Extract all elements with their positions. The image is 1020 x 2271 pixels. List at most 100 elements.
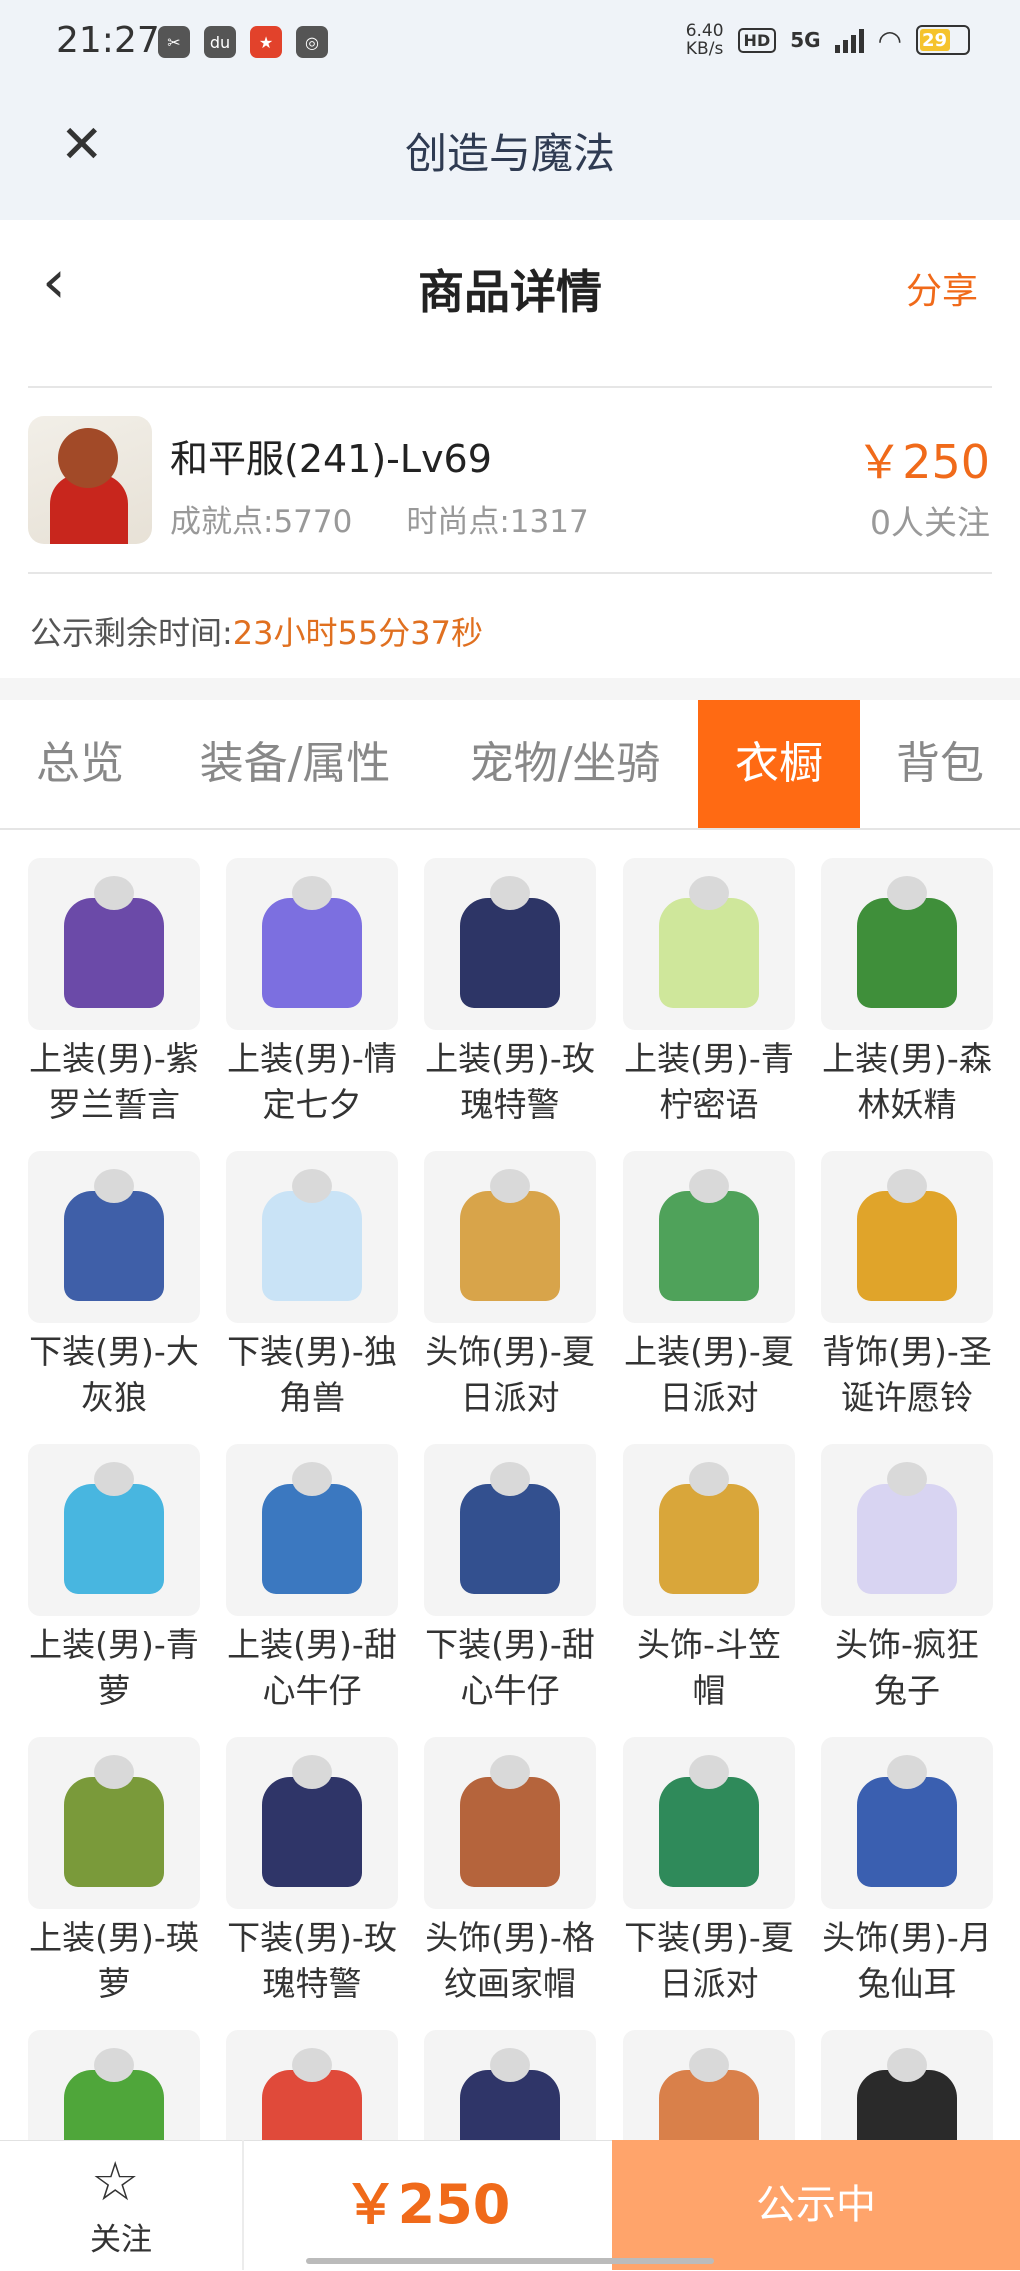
wardrobe-item[interactable]: 下装(男)-独 角兽 <box>226 1151 398 1421</box>
wardrobe-item[interactable]: 下装(男)-甜 心牛仔 <box>424 1444 596 1714</box>
wardrobe-item-label-line1: 头饰-斗笠 <box>637 1625 781 1664</box>
wardrobe-item[interactable]: 上装(男)-甜 心牛仔 <box>226 1444 398 1714</box>
garment-collar <box>94 1169 134 1203</box>
garment-shape <box>659 898 759 1008</box>
wardrobe-item-label-line2: 心牛仔 <box>460 1671 560 1710</box>
share-button[interactable]: 分享 <box>906 262 978 314</box>
party-hat-icon[interactable] <box>424 1151 596 1323</box>
wardrobe-item-label-line2: 纹画家帽 <box>444 1964 576 2003</box>
wardrobe-item[interactable]: 头饰(男)-夏 日派对 <box>424 1151 596 1421</box>
home-indicator[interactable] <box>306 2258 714 2264</box>
section-gap <box>0 678 1020 700</box>
follower-count: 0人关注 <box>870 503 990 542</box>
wardrobe-item-label-line2: 柠密语 <box>659 1085 759 1124</box>
garment-collar <box>887 2048 927 2082</box>
christmas-bell-icon[interactable] <box>821 1151 993 1323</box>
wardrobe-item[interactable]: 下装(男)-玫 瑰特警 <box>226 1737 398 2007</box>
wardrobe-item-label-line1: 头饰(男)-月 <box>822 1918 992 1957</box>
unicorn-shoes-icon[interactable] <box>226 1151 398 1323</box>
party-top-icon[interactable] <box>623 1151 795 1323</box>
tab-bar: 总览 装备/属性 宠物/坐骑 衣橱 背包 <box>0 700 1020 830</box>
garment-collar <box>887 1755 927 1789</box>
wardrobe-item[interactable]: 上装(男)-紫 罗兰誓言 <box>28 858 200 1128</box>
network-speed-value: 6.40 <box>685 21 724 41</box>
wardrobe-item[interactable]: 背饰(男)-圣 诞许愿铃 <box>821 1151 993 1421</box>
avatar-head <box>58 428 118 488</box>
wardrobe-item[interactable]: 上装(男)-青 柠密语 <box>623 858 795 1128</box>
garment-shape <box>857 1484 957 1594</box>
wolf-pants-icon[interactable] <box>28 1151 200 1323</box>
purple-jacket-icon[interactable] <box>28 858 200 1030</box>
tab-overview[interactable]: 总览 <box>0 700 160 828</box>
wardrobe-item-label-line1: 头饰-疯狂 <box>835 1625 979 1664</box>
denim-pants-icon[interactable] <box>424 1444 596 1616</box>
wardrobe-item-label: 下装(男)-甜 心牛仔 <box>410 1622 610 1714</box>
product-name: 和平服(241)-Lv69 <box>170 437 492 481</box>
wardrobe-item[interactable]: 下装(男)-大 灰狼 <box>28 1151 200 1421</box>
denim-jacket-icon[interactable] <box>226 1444 398 1616</box>
wardrobe-item[interactable]: 头饰-斗笠帽 <box>623 1444 795 1714</box>
garment-shape <box>460 1191 560 1301</box>
wardrobe-item[interactable]: 头饰(男)-格 纹画家帽 <box>424 1737 596 2007</box>
wardrobe-item-label-line1: 下装(男)-独 <box>227 1332 397 1371</box>
lemon-jacket-icon[interactable] <box>623 858 795 1030</box>
wardrobe-item-label-line2: 兔仙耳 <box>857 1964 957 2003</box>
plaid-beret-icon[interactable] <box>424 1737 596 1909</box>
garment-shape <box>857 1191 957 1301</box>
tab-pets[interactable]: 宠物/坐骑 <box>450 700 680 828</box>
wardrobe-item[interactable]: 上装(男)-青萝 <box>28 1444 200 1714</box>
wardrobe-item[interactable]: 上装(男)-情 定七夕 <box>226 858 398 1128</box>
wifi-icon: ◠ <box>877 23 902 57</box>
wardrobe-item-label-line2: 兔子 <box>874 1671 940 1710</box>
network-speed-unit: KB/s <box>685 39 724 59</box>
rabbit-ears-icon[interactable] <box>821 1737 993 1909</box>
wardrobe-item[interactable]: 下装(男)-夏 日派对 <box>623 1737 795 2007</box>
bunny-hat-icon[interactable] <box>821 1444 993 1616</box>
garment-shape <box>262 1191 362 1301</box>
garment-collar <box>689 1462 729 1496</box>
wardrobe-item-label-line2: 日派对 <box>460 1378 560 1417</box>
tab-bag[interactable]: 背包 <box>870 700 1010 828</box>
garment-collar <box>292 876 332 910</box>
green-vest-icon[interactable] <box>28 1737 200 1909</box>
garment-collar <box>490 1462 530 1496</box>
wardrobe-item[interactable]: 上装(男)-瑛萝 <box>28 1737 200 2007</box>
network-type: 5G <box>790 28 821 52</box>
fashion-points: 时尚点:1317 <box>406 504 589 540</box>
tab-equipment[interactable]: 装备/属性 <box>180 700 410 828</box>
page-title: 商品详情 <box>418 265 602 319</box>
wardrobe-item-label: 下装(男)-玫 瑰特警 <box>212 1915 412 2007</box>
battery-level: 29 <box>922 29 948 51</box>
green-shorts-icon[interactable] <box>623 1737 795 1909</box>
wardrobe-item-label-line1: 下装(男)-甜 <box>425 1625 595 1664</box>
wardrobe-item-label-line2: 萝 <box>97 1671 131 1710</box>
garment-collar <box>490 2048 530 2082</box>
wardrobe-item[interactable]: 上装(男)-夏 日派对 <box>623 1151 795 1421</box>
wardrobe-item-label-line2: 心牛仔 <box>262 1671 362 1710</box>
wardrobe-item-label-line2: 萝 <box>97 1964 131 2003</box>
straw-hat-icon[interactable] <box>623 1444 795 1616</box>
wardrobe-item[interactable]: 上装(男)-森 林妖精 <box>821 858 993 1128</box>
wardrobe-item-label-line1: 上装(男)-甜 <box>227 1625 397 1664</box>
tab-wardrobe[interactable]: 衣橱 <box>698 700 860 828</box>
divider-middle <box>28 572 992 574</box>
garment-shape <box>64 898 164 1008</box>
police-jacket-icon[interactable] <box>424 858 596 1030</box>
garment-collar <box>689 876 729 910</box>
wardrobe-item-label-line2: 帽 <box>692 1671 726 1710</box>
garment-collar <box>689 1755 729 1789</box>
lavender-jacket-icon[interactable] <box>226 858 398 1030</box>
public-status-button[interactable]: 公示中 <box>612 2140 1020 2270</box>
garment-shape <box>262 1484 362 1594</box>
forest-jacket-icon[interactable] <box>821 858 993 1030</box>
star-icon[interactable]: ☆ <box>91 2152 139 2212</box>
wardrobe-item[interactable]: 上装(男)-玫 瑰特警 <box>424 858 596 1128</box>
cyan-robe-icon[interactable] <box>28 1444 200 1616</box>
wardrobe-item-label-line1: 上装(男)-玫 <box>425 1039 595 1078</box>
follow-label[interactable]: 关注 <box>0 2214 242 2259</box>
navy-pants-icon[interactable] <box>226 1737 398 1909</box>
wardrobe-item[interactable]: 头饰(男)-月 兔仙耳 <box>821 1737 993 2007</box>
garment-shape <box>262 898 362 1008</box>
wardrobe-item[interactable]: 头饰-疯狂兔子 <box>821 1444 993 1714</box>
wardrobe-item-label: 头饰-斗笠帽 <box>609 1622 809 1714</box>
